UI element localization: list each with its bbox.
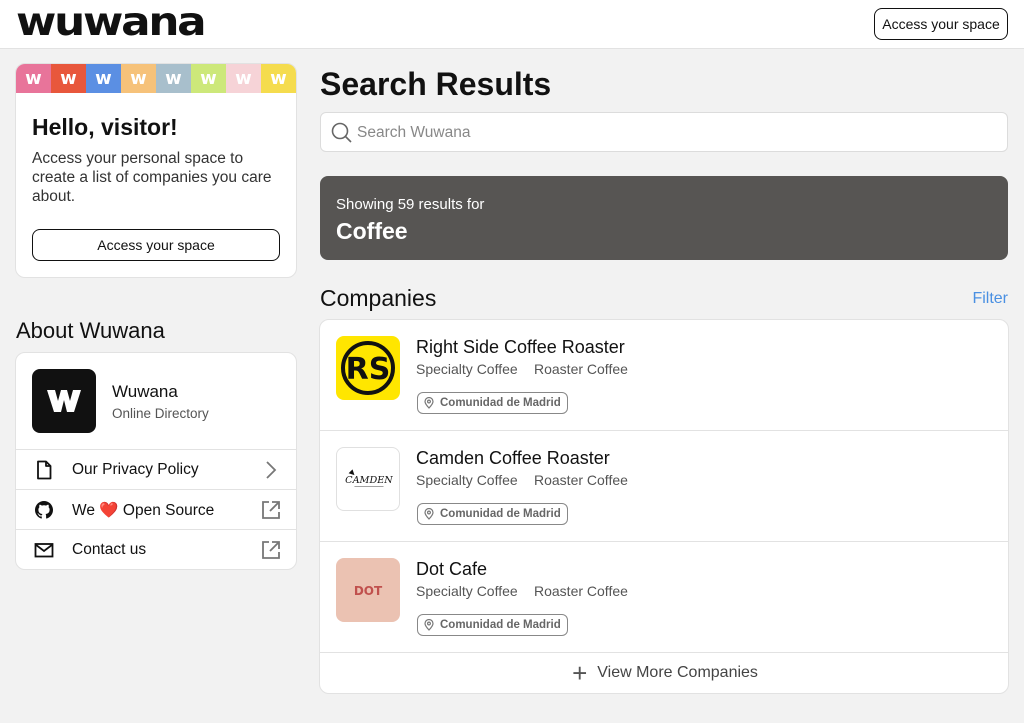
about-title: About Wuwana [16, 318, 165, 343]
location-pin-icon [424, 619, 434, 631]
tile-lime: w [191, 64, 226, 93]
privacy-policy-label: Our Privacy Policy [72, 461, 199, 478]
dot-cafe-logo-icon: DOT [354, 584, 383, 598]
privacy-policy-link[interactable]: Our Privacy Policy [16, 449, 296, 489]
company-row[interactable]: RS Right Side Coffee Roaster Specialty C… [320, 320, 1008, 431]
location-pin-icon [424, 397, 434, 409]
tile-lightpink: w [226, 64, 261, 93]
hello-card: w w w w w w w w Hello, visitor! Access y… [15, 63, 297, 278]
tile-pink: w [16, 64, 51, 93]
tile-blue: w [86, 64, 121, 93]
contact-us-link[interactable]: Contact us [16, 529, 296, 569]
hello-title: Hello, visitor! [32, 114, 178, 140]
tile-red: w [51, 64, 86, 93]
search-query: Coffee [336, 218, 408, 244]
svg-text:RS: RS [346, 352, 391, 387]
results-banner: Showing 59 results for Coffee [320, 176, 1008, 260]
filter-link[interactable]: Filter [972, 290, 1008, 308]
search-icon [331, 122, 352, 143]
company-row[interactable]: CAMDEN Camden Coffee Roaster Specialty C… [320, 431, 1008, 542]
about-card: Wuwana Online Directory Our Privacy Poli… [15, 352, 297, 570]
companies-list: RS Right Side Coffee Roaster Specialty C… [319, 319, 1009, 694]
right-side-logo-icon: RS [341, 341, 395, 395]
location-pin-icon [424, 508, 434, 520]
svg-text:CAMDEN: CAMDEN [345, 475, 393, 486]
company-logo: DOT [336, 558, 400, 622]
tile-yellow: w [261, 64, 296, 93]
color-tiles: w w w w w w w w [16, 64, 296, 93]
company-logo: CAMDEN [336, 447, 400, 511]
company-tag: Roaster Coffee [534, 361, 628, 377]
company-tag: Specialty Coffee [416, 361, 518, 377]
top-header: wuwana Access your space [0, 0, 1024, 49]
open-source-label: We ❤️ Open Source [72, 502, 215, 519]
search-bar[interactable] [320, 112, 1008, 152]
company-tag: Roaster Coffee [534, 583, 628, 599]
hello-description: Access your personal space to create a l… [32, 150, 272, 205]
contact-us-label: Contact us [72, 541, 147, 558]
svg-text:DOT: DOT [354, 584, 383, 598]
wuwana-logo[interactable]: wuwana [16, 0, 207, 46]
open-source-link[interactable]: We ❤️ Open Source [16, 489, 296, 529]
chevron-right-icon [266, 461, 277, 479]
external-link-icon [262, 501, 280, 519]
company-tag: Specialty Coffee [416, 472, 518, 488]
location-badge: Comunidad de Madrid [417, 614, 568, 636]
search-input[interactable] [357, 122, 957, 144]
document-icon [37, 460, 52, 480]
results-count-text: Showing 59 results for [336, 196, 485, 213]
company-logo: RS [336, 336, 400, 400]
wuwana-w-icon [47, 390, 81, 412]
about-name: Wuwana [112, 382, 178, 401]
tile-grey: w [156, 64, 191, 93]
companies-title: Companies [320, 285, 437, 311]
heart-icon: ❤️ [99, 502, 119, 519]
company-name[interactable]: Right Side Coffee Roaster [416, 337, 625, 358]
company-row[interactable]: DOT Dot Cafe Specialty Coffee Roaster Co… [320, 542, 1008, 653]
company-tag: Specialty Coffee [416, 583, 518, 599]
access-space-button[interactable]: Access your space [874, 8, 1008, 40]
page-title: Search Results [320, 66, 552, 102]
external-link-icon [262, 541, 280, 559]
github-icon [35, 501, 53, 519]
location-badge: Comunidad de Madrid [417, 392, 568, 414]
tile-orange: w [121, 64, 156, 93]
company-tag: Roaster Coffee [534, 472, 628, 488]
about-subtitle: Online Directory [112, 406, 209, 421]
company-name[interactable]: Dot Cafe [416, 559, 487, 580]
company-name[interactable]: Camden Coffee Roaster [416, 448, 610, 469]
plus-icon: + [572, 658, 588, 688]
view-more-button[interactable]: + View More Companies [320, 653, 1008, 693]
mail-icon [34, 543, 54, 558]
access-space-button-card[interactable]: Access your space [32, 229, 280, 261]
view-more-label: View More Companies [597, 664, 758, 681]
location-badge: Comunidad de Madrid [417, 503, 568, 525]
camden-logo-icon: CAMDEN [345, 469, 393, 488]
wuwana-app-logo [32, 369, 96, 433]
